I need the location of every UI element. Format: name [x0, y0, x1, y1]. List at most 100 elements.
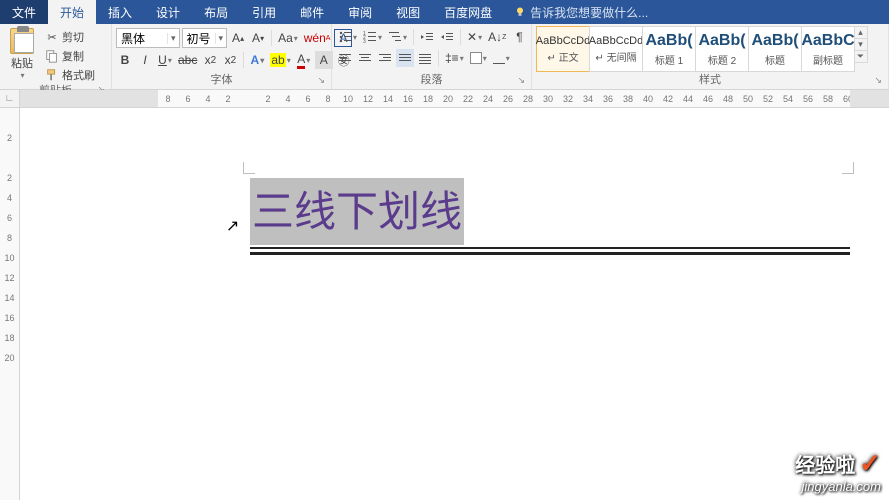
- ruler-tick: 52: [758, 94, 778, 104]
- align-right-button[interactable]: [376, 49, 394, 67]
- ruler-tick: 8: [7, 228, 12, 248]
- style-title[interactable]: AaBb( 标题: [748, 26, 802, 72]
- ruler-tick: 40: [638, 94, 658, 104]
- ruler-tick: 42: [658, 94, 678, 104]
- gallery-up-button[interactable]: ▴: [854, 27, 867, 38]
- style-subtitle[interactable]: AaBbC 副标题: [801, 26, 855, 72]
- ruler-tick: 8: [318, 94, 338, 104]
- font-name-combo[interactable]: ▾: [116, 28, 180, 48]
- ruler-tick: 12: [358, 94, 378, 104]
- ruler-tick: 50: [738, 94, 758, 104]
- watermark: 经验啦 ✓ jingyanla.com: [795, 448, 881, 494]
- copy-button[interactable]: 复制: [42, 47, 98, 65]
- justify-button[interactable]: [396, 49, 414, 67]
- dialog-launcher-icon[interactable]: ↘: [517, 73, 525, 87]
- change-case-button[interactable]: Aa▾: [276, 29, 300, 47]
- paste-button[interactable]: 粘贴 ▾: [4, 26, 40, 80]
- ruler-tick: 48: [718, 94, 738, 104]
- italic-button[interactable]: I: [136, 51, 154, 69]
- selected-text[interactable]: 三线下划线: [250, 178, 464, 245]
- grow-font-button[interactable]: A▴: [229, 29, 247, 47]
- shading-button[interactable]: ▾: [468, 49, 489, 67]
- format-painter-button[interactable]: 格式刷: [42, 66, 98, 84]
- increase-indent-button[interactable]: [438, 28, 456, 46]
- page: 三线下划线 ↖: [170, 108, 870, 500]
- bold-button[interactable]: B: [116, 51, 134, 69]
- separator: [438, 50, 439, 66]
- tab-home[interactable]: 开始: [48, 0, 96, 24]
- style-preview: AaBb(: [751, 32, 798, 50]
- ruler-tick: 18: [418, 94, 438, 104]
- style-name: ↵ 正文: [547, 49, 578, 64]
- tab-mailings[interactable]: 邮件: [288, 0, 336, 24]
- watermark-url: jingyanla.com: [795, 479, 881, 494]
- title-text[interactable]: 三线下划线: [252, 190, 462, 236]
- align-left-button[interactable]: [336, 49, 354, 67]
- dialog-launcher-icon[interactable]: ↘: [317, 73, 325, 87]
- vertical-ruler[interactable]: 22468101214161820: [0, 108, 20, 500]
- ruler-shade: [850, 90, 889, 107]
- ruler-tick: 16: [4, 308, 14, 328]
- ruler-tick: 30: [538, 94, 558, 104]
- tab-baidu[interactable]: 百度网盘: [432, 0, 504, 24]
- ruler-tick: 34: [578, 94, 598, 104]
- show-marks-button[interactable]: ¶: [510, 28, 528, 46]
- chevron-down-icon[interactable]: ▾: [167, 33, 179, 44]
- style-heading-2[interactable]: AaBb( 标题 2: [695, 26, 749, 72]
- multilevel-list-button[interactable]: ▾: [386, 28, 409, 46]
- tab-file[interactable]: 文件: [0, 0, 48, 24]
- document-area[interactable]: 三线下划线 ↖: [20, 108, 889, 500]
- tab-view[interactable]: 视图: [384, 0, 432, 24]
- distribute-button[interactable]: [416, 49, 434, 67]
- strikethrough-button[interactable]: abc: [176, 51, 199, 69]
- style-normal[interactable]: AaBbCcDd ↵ 正文: [536, 26, 590, 72]
- tab-layout[interactable]: 布局: [192, 0, 240, 24]
- gallery-more-button[interactable]: ⏷: [854, 50, 867, 62]
- tab-references[interactable]: 引用: [240, 0, 288, 24]
- font-name-input[interactable]: [117, 31, 167, 45]
- shrink-font-button[interactable]: A▾: [249, 29, 267, 47]
- cut-label: 剪切: [62, 29, 84, 45]
- group-label-font: 字体 ↘: [116, 73, 327, 89]
- tab-review[interactable]: 审阅: [336, 0, 384, 24]
- ruler-tick: 58: [818, 94, 838, 104]
- margin-mark-icon: [836, 156, 854, 174]
- gallery-down-button[interactable]: ▾: [854, 38, 867, 50]
- tab-design[interactable]: 设计: [144, 0, 192, 24]
- dialog-launcher-icon[interactable]: ↘: [874, 73, 882, 87]
- group-paragraph: ▾ 123▾ ▾ ✕▾: [332, 24, 532, 89]
- text-effects-button[interactable]: A▾: [248, 51, 266, 69]
- asian-layout-button[interactable]: ✕▾: [465, 28, 484, 46]
- text-block[interactable]: 三线下划线: [250, 178, 850, 255]
- underline-button[interactable]: U▾: [156, 51, 174, 69]
- ruler-tick: 2: [7, 128, 12, 148]
- ruler-tick: 10: [4, 248, 14, 268]
- decrease-indent-button[interactable]: [418, 28, 436, 46]
- align-center-button[interactable]: [356, 49, 374, 67]
- ruler-tick: 6: [7, 208, 12, 228]
- phonetic-guide-button[interactable]: wénA: [302, 29, 333, 47]
- scissors-icon: ✂: [45, 30, 59, 44]
- superscript-button[interactable]: x2: [221, 51, 239, 69]
- ruler-tick: 14: [378, 94, 398, 104]
- horizontal-ruler[interactable]: 8642246810121416182022242628303234363840…: [20, 90, 889, 108]
- char-shading-button[interactable]: A: [315, 51, 333, 69]
- borders-button[interactable]: ▾: [491, 49, 512, 67]
- highlight-button[interactable]: ab▾: [268, 51, 292, 69]
- font-size-combo[interactable]: ▾: [182, 28, 228, 48]
- format-painter-label: 格式刷: [62, 67, 95, 83]
- font-size-input[interactable]: [183, 31, 215, 45]
- numbering-button[interactable]: 123▾: [361, 28, 384, 46]
- subscript-button[interactable]: x2: [201, 51, 219, 69]
- group-clipboard: 粘贴 ▾ ✂ 剪切 复制 格式刷: [0, 24, 112, 89]
- sort-button[interactable]: A↓Z: [486, 28, 508, 46]
- style-heading-1[interactable]: AaBb( 标题 1: [642, 26, 696, 72]
- tell-me-search[interactable]: 告诉我您想要做什么...: [504, 0, 658, 24]
- chevron-down-icon[interactable]: ▾: [215, 33, 227, 44]
- font-color-button[interactable]: A▾: [295, 51, 313, 69]
- cut-button[interactable]: ✂ 剪切: [42, 28, 98, 46]
- bullets-button[interactable]: ▾: [336, 28, 359, 46]
- tab-insert[interactable]: 插入: [96, 0, 144, 24]
- style-no-spacing[interactable]: AaBbCcDd ↵ 无间隔: [589, 26, 643, 72]
- line-spacing-button[interactable]: ‡≡▾: [443, 49, 466, 67]
